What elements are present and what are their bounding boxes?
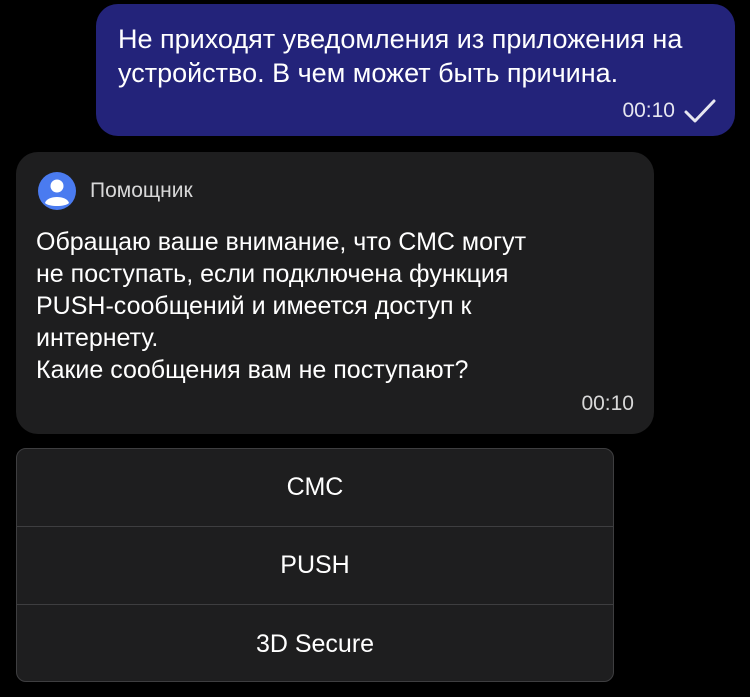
quick-reply-push-button[interactable]: PUSH <box>17 527 613 605</box>
quick-reply-3d-secure-button[interactable]: 3D Secure <box>17 605 613 681</box>
user-avatar-icon <box>38 172 76 210</box>
quick-reply-sms-button[interactable]: СМС <box>17 449 613 527</box>
outgoing-message-time: 00:10 <box>622 99 675 122</box>
incoming-message-text: Обращаю ваше внимание, что СМС могут не … <box>36 228 527 384</box>
outgoing-message-meta: 00:10 <box>622 98 717 124</box>
outgoing-message-text: Не приходят уведомления из приложения на… <box>118 24 683 88</box>
sender-name: Помощник <box>90 179 193 202</box>
checkmark-icon <box>684 99 716 123</box>
quick-reply-options: СМС PUSH 3D Secure <box>16 448 614 682</box>
incoming-message-time: 00:10 <box>581 392 634 415</box>
outgoing-message-bubble: Не приходят уведомления из приложения на… <box>96 4 735 136</box>
sender-header: Помощник <box>38 172 193 210</box>
